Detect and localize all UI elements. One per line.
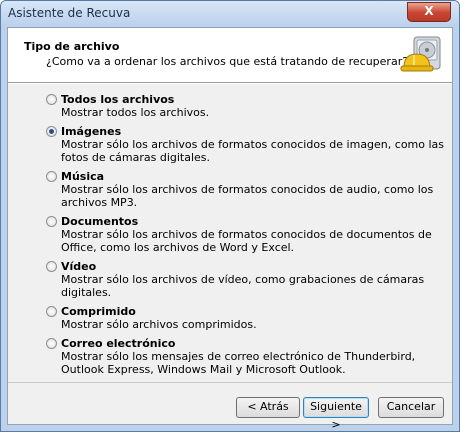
close-button[interactable]: X xyxy=(407,2,451,22)
page-title: Tipo de archivo xyxy=(24,40,120,53)
radio-comprimido[interactable] xyxy=(46,306,57,317)
option-label[interactable]: Correo electrónico xyxy=(61,337,446,350)
option-label[interactable]: Todos los archivos xyxy=(61,93,446,106)
option-label[interactable]: Vídeo xyxy=(61,260,446,273)
option-description: Mostrar sólo los archivos de vídeo, como… xyxy=(61,273,425,299)
option-label[interactable]: Documentos xyxy=(61,215,446,228)
back-button[interactable]: < Atrás xyxy=(236,397,300,418)
title-bar[interactable]: Asistente de Recuva X xyxy=(1,1,459,25)
radio-correo[interactable] xyxy=(46,338,57,349)
wizard-client-area: Tipo de archivo ¿Como va a ordenar los a… xyxy=(7,27,453,431)
option-label[interactable]: Imágenes xyxy=(61,125,446,138)
option-description: Mostrar sólo los archivos de formatos co… xyxy=(61,138,445,164)
option-description: Mostrar sólo los archivos de formatos co… xyxy=(61,183,434,209)
option-comprimido[interactable]: Comprimido Mostrar sólo archivos comprim… xyxy=(46,305,446,331)
radio-musica[interactable] xyxy=(46,171,57,182)
file-type-options: Todos los archivos Mostrar todos los arc… xyxy=(46,93,446,382)
wizard-window: Asistente de Recuva X Tipo de archivo ¿C… xyxy=(0,0,460,432)
option-description: Mostrar todos los archivos. xyxy=(61,106,210,119)
window-title: Asistente de Recuva xyxy=(8,6,131,20)
radio-todos[interactable] xyxy=(46,94,57,105)
radio-documentos[interactable] xyxy=(46,216,57,227)
cancel-button[interactable]: Cancelar xyxy=(378,397,444,418)
wizard-header: Tipo de archivo ¿Como va a ordenar los a… xyxy=(8,28,452,83)
page-subtitle: ¿Como va a ordenar los archivos que está… xyxy=(46,55,409,68)
option-imagenes[interactable]: Imágenes Mostrar sólo los archivos de fo… xyxy=(46,125,446,164)
recuva-hardhat-disk-icon xyxy=(400,36,441,72)
option-musica[interactable]: Música Mostrar sólo los archivos de form… xyxy=(46,170,446,209)
footer-divider xyxy=(8,382,452,383)
option-correo[interactable]: Correo electrónico Mostrar sólo los mens… xyxy=(46,337,446,376)
option-todos[interactable]: Todos los archivos Mostrar todos los arc… xyxy=(46,93,446,119)
header-divider xyxy=(8,83,452,84)
option-label[interactable]: Música xyxy=(61,170,446,183)
option-video[interactable]: Vídeo Mostrar sólo los archivos de vídeo… xyxy=(46,260,446,299)
option-documentos[interactable]: Documentos Mostrar sólo los archivos de … xyxy=(46,215,446,254)
next-button[interactable]: Siguiente > xyxy=(303,397,369,431)
radio-video[interactable] xyxy=(46,261,57,272)
option-description: Mostrar sólo los archivos de formatos co… xyxy=(61,228,432,254)
option-description: Mostrar sólo archivos comprimidos. xyxy=(61,318,257,331)
option-description: Mostrar sólo los mensajes de correo elec… xyxy=(61,350,416,376)
option-label[interactable]: Comprimido xyxy=(61,305,446,318)
radio-imagenes[interactable] xyxy=(46,126,57,137)
